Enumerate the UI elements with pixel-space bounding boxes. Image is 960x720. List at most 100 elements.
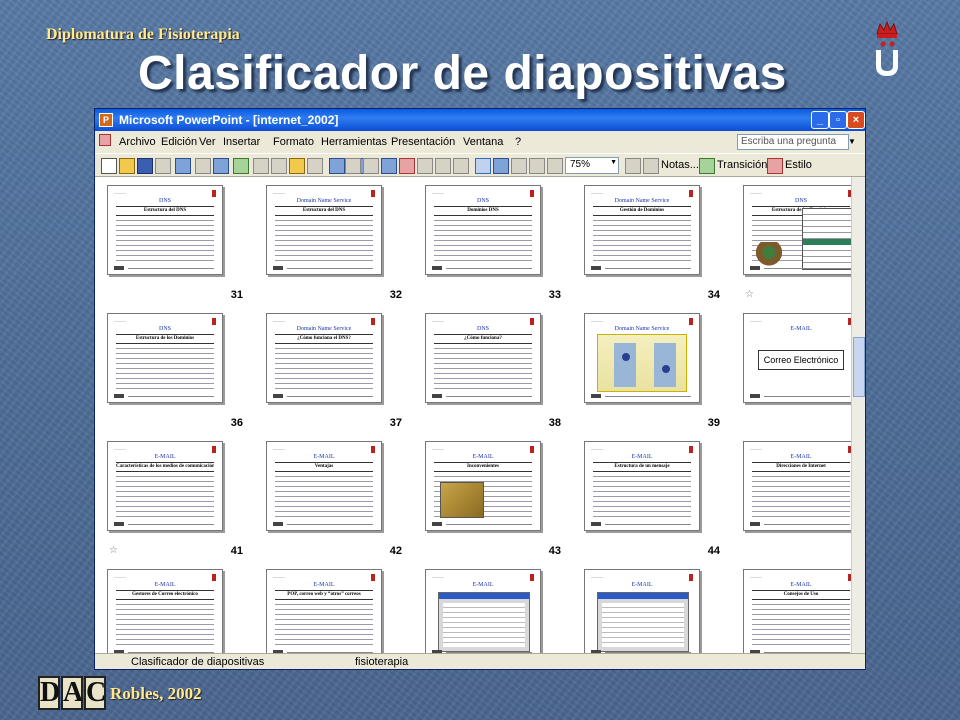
slide-thumbnail[interactable]: ———— E-MAIL Ventajas [266,441,382,531]
slide-header-decoration: ———— [432,191,444,195]
show-formatting-icon[interactable] [435,158,451,174]
zoom-select[interactable]: 75% ▼ [565,157,619,174]
slide-thumbnail[interactable]: ———— Domain Name Service [584,313,700,403]
slide-logo [689,446,693,453]
print-icon[interactable] [195,158,211,174]
transition-icon[interactable] [699,158,715,174]
slide-logo [530,446,534,453]
menu-formato[interactable]: Formato [273,136,314,148]
cut-icon[interactable] [253,158,269,174]
slide-title: E-MAIL [790,582,812,588]
slide-thumbnail[interactable]: ———— Domain Name Service Gestión de Domini… [584,185,700,275]
notes-button[interactable]: Notas... [661,159,699,171]
transition-icon[interactable]: ☆ [745,289,754,300]
help-question-input[interactable]: Escriba una pregunta [737,134,849,150]
slide-title: E-MAIL [154,454,176,460]
save-icon[interactable] [137,158,153,174]
slide-logo [212,574,216,581]
grid-icon[interactable] [453,158,469,174]
slide-thumbnail[interactable]: ———— DNS Estructura del DNS [107,185,223,275]
open-folder-icon[interactable] [119,158,135,174]
format-painter-icon[interactable] [307,158,323,174]
slide-thumbnail[interactable]: ———— E-MAIL Consejos de Uso [743,569,851,653]
vertical-scrollbar[interactable] [851,177,865,653]
slide-thumbnail[interactable]: ———— E-MAIL POP, correo web y “otros” corr… [266,569,382,653]
permission-icon[interactable] [155,158,171,174]
slide-header-decoration: ———— [432,447,444,451]
slide-thumbnail[interactable]: ———— DNS ¿Cómo funciona? [425,313,541,403]
expand-icon[interactable] [417,158,433,174]
slide-thumbnail[interactable]: ———— DNS Estructura de los Dominios [743,185,851,275]
zoom-icon[interactable] [493,158,509,174]
maximize-button[interactable]: ▫ [829,111,847,129]
slide-thumbnail[interactable]: ———— DNS Estructura de los Dominios [107,313,223,403]
slide-thumbnail[interactable]: ———— E-MAIL [584,569,700,653]
author-label: Robles, 2002 [110,684,202,703]
chart-icon[interactable] [345,158,361,174]
spelling-icon[interactable] [233,158,249,174]
help-icon[interactable] [625,158,641,174]
dac-logo: D A C [38,676,108,712]
slide-footer-logo [273,394,283,398]
paste-icon[interactable] [289,158,305,174]
slide-thumbnail[interactable]: ———— DNS Dominios DNS [425,185,541,275]
menu-ventana[interactable]: Ventana [463,136,503,148]
menu-ver[interactable]: Ver [199,136,216,148]
slide-thumbnail[interactable]: ———— E-MAIL [425,569,541,653]
slide-title: DNS [158,326,171,332]
transition-icon[interactable]: ☆ [109,545,118,556]
slide-show-icon[interactable] [511,158,527,174]
menu-insertar[interactable]: Insertar [223,136,260,148]
slide-footer-line [287,524,373,525]
minimize-button[interactable]: _ [811,111,829,129]
slide-number: 32 [389,289,402,301]
close-button[interactable]: × [847,111,865,129]
help-dropdown-icon[interactable]: ▼ [847,135,857,149]
slide-thumbnail[interactable]: ———— Domain Name Service ¿Cómo funciona el… [266,313,382,403]
slide-thumbnail[interactable]: ———— E-MAIL Inconvenientes [425,441,541,531]
slide-number: 44 [707,545,720,557]
slide-header-decoration: ———— [432,575,444,579]
hyperlink-icon[interactable] [399,158,415,174]
menu-presentacion[interactable]: Presentación [391,136,455,148]
status-bar: Clasificador de diapositivas fisioterapi… [95,653,865,669]
summary-slide-icon[interactable] [547,158,563,174]
slide-title: E-MAIL [154,582,176,588]
print-preview-icon[interactable] [213,158,229,174]
slide-header-decoration: ———— [750,319,762,323]
menu-archivo[interactable]: Archivo [119,136,156,148]
notes-icon[interactable] [643,158,659,174]
transition-button[interactable]: Transición [717,159,767,171]
chevron-down-icon: ▼ [610,159,617,166]
menu-edicion[interactable]: Edición [161,136,197,148]
slide-design-icon[interactable] [767,158,783,174]
slide-thumbnail[interactable]: ———— E-MAIL Estructura de un mensaje [584,441,700,531]
tables-borders-icon[interactable] [381,158,397,174]
slide-thumbnail[interactable]: ———— Domain Name Service Estructura del DN… [266,185,382,275]
slide-number: 42 [389,545,402,557]
menu-herramientas[interactable]: Herramientas [321,136,387,148]
window-titlebar[interactable]: P Microsoft PowerPoint - [internet_2002]… [95,109,865,131]
menu-ayuda[interactable]: ? [515,136,521,148]
slide-footer-line [446,396,532,397]
powerpoint-icon: P [99,113,113,127]
slide-logo [212,190,216,197]
table-icon[interactable] [363,158,379,174]
hide-slide-icon[interactable] [529,158,545,174]
slide-thumbnail[interactable]: ———— E-MAIL Direcciones de Internet [743,441,851,531]
document-icon[interactable] [99,134,111,146]
slide-sorter-pane[interactable]: ———— DNS Estructura del DNS 31 ———— Domain Na… [95,177,851,653]
slide-thumbnail[interactable]: ———— E-MAIL Características de los medios … [107,441,223,531]
university-logo [876,20,898,76]
car-image [440,482,484,518]
undo-icon[interactable] [329,158,345,174]
style-button[interactable]: Estilo [785,159,812,171]
scrollbar-thumb[interactable] [853,337,865,397]
mail-icon[interactable] [175,158,191,174]
copy-icon[interactable] [271,158,287,174]
new-file-icon[interactable] [101,158,117,174]
slide-thumbnail[interactable]: ———— E-MAIL Gestores de Correo electrónico [107,569,223,653]
color-grayscale-icon[interactable] [475,158,491,174]
slide-title: E-MAIL [472,582,494,588]
slide-thumbnail[interactable]: ———— E-MAIL Correo Electrónico [743,313,851,403]
